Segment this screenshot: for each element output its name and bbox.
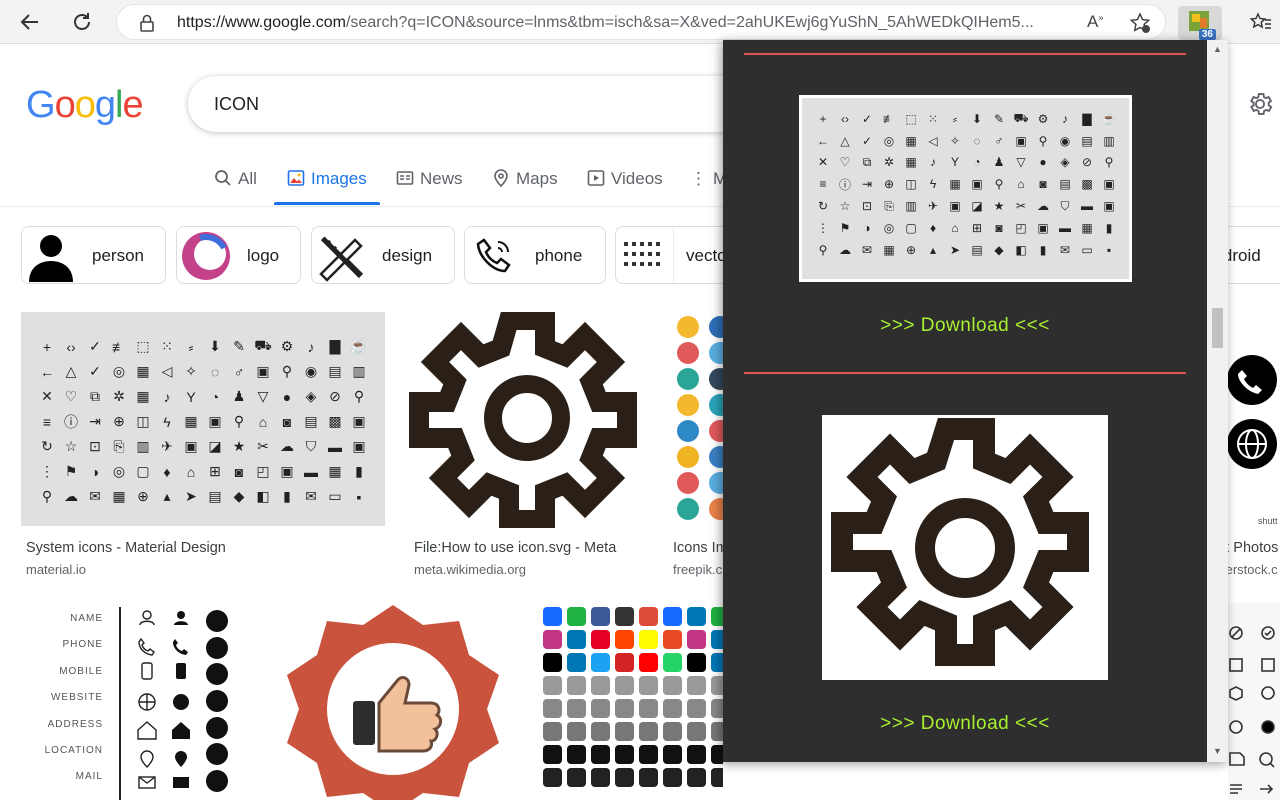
- url-text: https://www.google.com/search?q=ICON&sou…: [177, 14, 1034, 31]
- google-logo[interactable]: Google: [26, 84, 144, 127]
- chip-thumbnail: [312, 227, 370, 283]
- play-icon: [587, 170, 605, 186]
- result-image-outline-icons[interactable]: [1228, 603, 1280, 800]
- tab-news[interactable]: News: [396, 169, 463, 209]
- scroll-up-arrow-icon[interactable]: ▲: [1213, 44, 1222, 54]
- search-icon: [215, 170, 231, 186]
- social-icons-grid: [533, 603, 723, 791]
- result-image-thumbs-up[interactable]: [277, 603, 509, 800]
- more-vert-icon: ⋮: [690, 169, 707, 188]
- lock-icon: [140, 14, 154, 32]
- popup-separator: [744, 53, 1186, 55]
- thumbs-up-badge-icon: [287, 605, 499, 800]
- scroll-down-arrow-icon[interactable]: ▼: [1213, 746, 1222, 756]
- news-icon: [396, 171, 414, 185]
- pin-icon: [494, 169, 508, 187]
- chip-person[interactable]: person: [21, 226, 166, 284]
- chip-thumbnail: [22, 227, 80, 283]
- tab-all[interactable]: All: [214, 169, 257, 209]
- chip-phone[interactable]: phone: [464, 226, 606, 284]
- extension-popup: + ‹› ✓ ≢ ⬚ ⁙ ⸗ ⬇ ✎ ⛟ ⚙ ♪ ▇ ☕ ← △ ✓ ◎ ▦ ◁ ✧ ◌ ♂ ▣ ⚲ ◉ ▤ ▥ ✕ ♡ ⧉ ✲ ▦ ♪ Y ◔ ♟…: [723, 40, 1228, 762]
- chip-thumbnail: [465, 227, 523, 283]
- gear-icon: [831, 418, 1089, 666]
- refresh-icon: [74, 13, 90, 30]
- favorites-icon[interactable]: [1250, 12, 1272, 32]
- address-bar[interactable]: https://www.google.com/search?q=ICON&sou…: [116, 4, 1166, 40]
- phone-icon: [476, 238, 511, 273]
- result-title[interactable]: File:How to use icon.svg - Meta: [414, 540, 644, 556]
- material-icons-grid-large: + ‹› ✓ ≢ ⬚ ⁙ ⸗ ⬇ ✎ ⛟ ⚙ ♪ ▇ ☕ ← △ ✓ ◎ ▦ ◁ ✧ ◌ ♂ ▣ ⚲ ◉ ▤ ▥ ✕ ♡ ⧉ ✲ ▦ ♪ Y ◔ ♟…: [817, 110, 1117, 257]
- popup-image-material-icons[interactable]: + ‹› ✓ ≢ ⬚ ⁙ ⸗ ⬇ ✎ ⛟ ⚙ ♪ ▇ ☕ ← △ ✓ ◎ ▦ ◁ ✧ ◌ ♂ ▣ ⚲ ◉ ▤ ▥ ✕ ♡ ⧉ ✲ ▦ ♪ Y ◔ ♟…: [799, 95, 1132, 282]
- pencil-ruler-icon: [319, 235, 364, 282]
- chip-logo[interactable]: logo: [176, 226, 301, 284]
- result-source[interactable]: material.io: [26, 562, 386, 577]
- chip-thumbnail: [616, 227, 674, 283]
- scrollbar-thumb[interactable]: [1212, 308, 1223, 348]
- image-icon: [287, 170, 305, 186]
- phone-globe-icons: shutt: [1228, 355, 1278, 526]
- result-image-contact-icons[interactable]: NAME PHONE MOBILE WEBSITE ADDRESS LOCATI…: [21, 603, 253, 800]
- logo-swirl-icon: [182, 232, 230, 280]
- result-source[interactable]: freepik.c: [673, 562, 723, 577]
- extension-badge: 36: [1198, 29, 1216, 40]
- back-arrow-icon: [20, 14, 38, 30]
- download-link-2[interactable]: >>> Download <<<: [723, 713, 1207, 735]
- result-image-material-icons[interactable]: + ‹› ✓ ≢ ⬚ ⁙ ⸗ ⬇ ✎ ⛟ ⚙ ♪ ▇ ☕ ← △ ✓ ◎ ▦ ◁ ✧ ◌ ♂ ▣ ⚲ ◉ ▤ ▥ ✕ ♡ ⧉ ✲ ▦ ♪ Y ◔ ♟…: [21, 312, 385, 526]
- material-icons-grid: + ‹› ✓ ≢ ⬚ ⁙ ⸗ ⬇ ✎ ⛟ ⚙ ♪ ▇ ☕ ← △ ✓ ◎ ▦ ◁ ✧ ◌ ♂ ▣ ⚲ ◉ ▤ ▥ ✕ ♡ ⧉ ✲ ▦ ♪ Y ◔ ♟…: [40, 337, 368, 505]
- result-image-gear[interactable]: [409, 312, 645, 528]
- result-image-social-icons[interactable]: [533, 603, 723, 800]
- person-icon: [29, 235, 73, 282]
- settings-gear-icon[interactable]: [1246, 90, 1274, 118]
- result-source[interactable]: meta.wikimedia.org: [414, 562, 644, 577]
- popup-scrollbar[interactable]: ▲ ▼: [1207, 40, 1228, 762]
- refresh-button[interactable]: [66, 6, 98, 38]
- popup-image-gear[interactable]: [822, 415, 1108, 680]
- active-tab-indicator: [274, 202, 380, 205]
- chip-vector[interactable]: vecto: [615, 226, 723, 284]
- result-title[interactable]: Icons Im: [673, 540, 723, 556]
- tab-maps[interactable]: Maps: [492, 169, 558, 209]
- icon-set-thumbnail-icon: [623, 242, 660, 266]
- search-input[interactable]: ICON: [214, 94, 259, 115]
- result-title[interactable]: System icons - Material Design: [26, 540, 386, 556]
- contact-icon-columns: [137, 610, 228, 792]
- read-aloud-icon[interactable]: A»: [1087, 12, 1103, 32]
- download-link-1[interactable]: >>> Download <<<: [723, 315, 1207, 337]
- gear-icon: [409, 312, 637, 528]
- result-title[interactable]: k Photos: [1222, 540, 1280, 556]
- search-box[interactable]: ICON: [188, 76, 748, 132]
- result-source[interactable]: terstock.c: [1222, 562, 1280, 577]
- chip-thumbnail: [177, 227, 235, 283]
- svg-text:shutt: shutt: [1258, 516, 1278, 526]
- popup-separator: [744, 372, 1186, 374]
- back-button[interactable]: [14, 6, 46, 38]
- result-image-phone-globe[interactable]: shutt: [1228, 312, 1280, 528]
- chip-design[interactable]: design: [311, 226, 455, 284]
- extension-button[interactable]: 36: [1178, 6, 1222, 40]
- browser-toolbar: https://www.google.com/search?q=ICON&sou…: [0, 0, 1280, 44]
- favorite-add-icon[interactable]: [1129, 12, 1151, 34]
- tab-videos[interactable]: Videos: [587, 169, 663, 209]
- outline-icons: [1229, 626, 1275, 794]
- colored-icon-circles: [669, 312, 723, 520]
- result-image-color-icons[interactable]: [669, 312, 723, 528]
